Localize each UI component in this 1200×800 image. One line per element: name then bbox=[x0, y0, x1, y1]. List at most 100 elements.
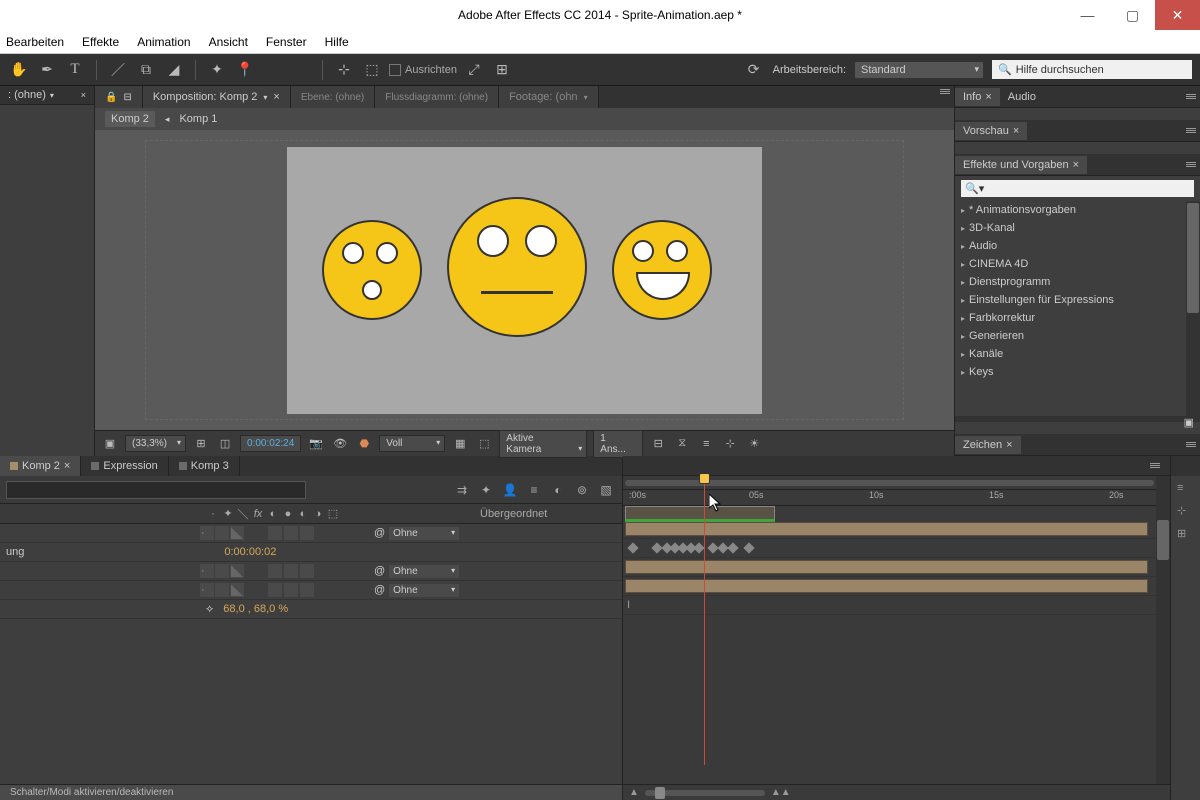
preset-item[interactable]: Dienstprogramm bbox=[955, 273, 1186, 291]
layer-row-2[interactable]: · @Ohne bbox=[0, 562, 622, 581]
snap-edge-icon[interactable]: ⬚ bbox=[361, 59, 383, 81]
timeline-icon[interactable]: ≡ bbox=[697, 435, 715, 453]
timeline-zoom-slider[interactable] bbox=[645, 790, 765, 796]
parent-dropdown[interactable]: Ohne bbox=[389, 565, 459, 578]
layer-search[interactable] bbox=[6, 481, 306, 499]
columns-icon[interactable]: ⊟ bbox=[123, 92, 131, 103]
views-dropdown[interactable]: 1 Ans... bbox=[593, 430, 643, 458]
keyframe-row-1[interactable] bbox=[623, 539, 1156, 558]
3d-icon[interactable]: ⬚ bbox=[475, 435, 493, 453]
composition-viewport[interactable] bbox=[95, 130, 954, 430]
scale-value[interactable]: 68,0 , 68,0 % bbox=[223, 603, 288, 615]
audio-tab[interactable]: Audio bbox=[1000, 88, 1044, 106]
help-search[interactable]: 🔍 Hilfe durchsuchen bbox=[992, 60, 1192, 79]
shy-icon[interactable]: 👤 bbox=[500, 480, 520, 500]
panel-menu-icon[interactable] bbox=[1186, 126, 1200, 136]
snapshot-icon[interactable]: 📷 bbox=[307, 435, 325, 453]
panel-menu-icon[interactable] bbox=[1150, 460, 1164, 470]
channels-icon[interactable]: ⬣ bbox=[355, 435, 373, 453]
zoom-in-icon[interactable]: ▲▲ bbox=[771, 787, 791, 798]
presets-scrollbar[interactable] bbox=[1186, 201, 1200, 416]
camera-dropdown[interactable]: Aktive Kamera bbox=[499, 430, 587, 458]
panel-menu-icon[interactable] bbox=[1186, 160, 1200, 170]
crumb-komp1[interactable]: Komp 1 bbox=[179, 113, 217, 125]
fast-preview-icon[interactable]: ⧖ bbox=[673, 435, 691, 453]
sync-icon[interactable]: ⟳ bbox=[743, 59, 765, 81]
layer-row-1-prop[interactable]: ung 0:00:00:02 bbox=[0, 543, 622, 562]
layer-row-1[interactable]: · @Ohne bbox=[0, 524, 622, 543]
effects-presets-tab[interactable]: Effekte und Vorgaben × bbox=[955, 156, 1087, 174]
timeline-tracks[interactable]: :00s 05s 10s 15s 20s bbox=[623, 456, 1170, 800]
brush-tool-icon[interactable]: ／ bbox=[107, 59, 129, 81]
collapsed-panel[interactable]: ≡ ⊹ ⊞ bbox=[1170, 456, 1200, 800]
timeline-tab-expression[interactable]: Expression bbox=[81, 456, 168, 476]
menu-window[interactable]: Fenster bbox=[266, 35, 307, 49]
close-icon[interactable]: × bbox=[64, 460, 70, 472]
project-tab[interactable]: : (ohne)▾× bbox=[0, 86, 94, 105]
snap-grid-icon[interactable]: ⊞ bbox=[491, 59, 513, 81]
pickwhip-icon[interactable]: @ bbox=[374, 584, 385, 596]
mask-icon[interactable]: ◫ bbox=[216, 435, 234, 453]
close-icon[interactable]: × bbox=[1006, 439, 1012, 451]
timeline-tab-komp2[interactable]: Komp 2 × bbox=[0, 456, 81, 476]
close-tab-icon[interactable]: × bbox=[81, 90, 86, 100]
guides-icon[interactable]: ⊞ bbox=[192, 435, 210, 453]
preview-tab[interactable]: Vorschau × bbox=[955, 122, 1027, 140]
close-icon[interactable]: × bbox=[985, 91, 991, 103]
clone-tool-icon[interactable]: ⧉ bbox=[135, 59, 157, 81]
layer-row-3-prop[interactable]: ⟡ 68,0 , 68,0 % bbox=[0, 600, 622, 619]
parent-dropdown[interactable]: Ohne bbox=[389, 527, 459, 540]
preset-item[interactable]: Kanäle bbox=[955, 345, 1186, 363]
preset-item[interactable]: CINEMA 4D bbox=[955, 255, 1186, 273]
maximize-button[interactable]: ▢ bbox=[1110, 0, 1155, 30]
preset-item[interactable]: Audio bbox=[955, 237, 1186, 255]
preset-item[interactable]: 3D-Kanal bbox=[955, 219, 1186, 237]
pickwhip-icon[interactable]: @ bbox=[374, 527, 385, 539]
resolution-dropdown[interactable]: Voll bbox=[379, 435, 445, 452]
close-icon[interactable]: × bbox=[1013, 125, 1019, 137]
info-tab[interactable]: Info × bbox=[955, 88, 1000, 106]
panel-menu-icon[interactable] bbox=[940, 86, 954, 96]
close-button[interactable]: ✕ bbox=[1155, 0, 1200, 30]
menu-help[interactable]: Hilfe bbox=[325, 35, 349, 49]
frame-blend-icon[interactable]: ≡ bbox=[524, 480, 544, 500]
region-icon[interactable]: ▣ bbox=[101, 435, 119, 453]
link-icon[interactable]: ⟡ bbox=[206, 603, 213, 616]
presets-list[interactable]: * Animationsvorgaben 3D-Kanal Audio CINE… bbox=[955, 201, 1186, 416]
timeline-tab-komp3[interactable]: Komp 3 bbox=[169, 456, 240, 476]
preset-item[interactable]: * Animationsvorgaben bbox=[955, 201, 1186, 219]
zoom-out-icon[interactable]: ▲ bbox=[629, 787, 639, 798]
preset-item[interactable]: Einstellungen für Expressions bbox=[955, 291, 1186, 309]
workspace-dropdown[interactable]: Standard bbox=[854, 61, 984, 79]
menu-animation[interactable]: Animation bbox=[137, 35, 190, 49]
current-time-indicator[interactable] bbox=[704, 474, 705, 765]
motion-blur-icon[interactable]: ◐ bbox=[548, 480, 568, 500]
keyframe-row-3[interactable]: I bbox=[623, 596, 1156, 615]
zoom-dropdown[interactable]: (33,3%) bbox=[125, 435, 186, 452]
transparency-icon[interactable]: ▦ bbox=[451, 435, 469, 453]
show-snapshot-icon[interactable]: 👁 bbox=[331, 435, 349, 453]
roto-tool-icon[interactable]: ✦ bbox=[206, 59, 228, 81]
current-time[interactable]: 0:00:02:24 bbox=[240, 435, 301, 452]
brain-icon[interactable]: ⊚ bbox=[572, 480, 592, 500]
pickwhip-icon[interactable]: @ bbox=[374, 565, 385, 577]
timeline-vscroll[interactable] bbox=[1156, 476, 1170, 784]
hand-tool-icon[interactable]: ✋ bbox=[8, 59, 30, 81]
comp-tab-lock[interactable]: 🔒⊟ bbox=[95, 86, 143, 108]
snap-anchor-icon[interactable]: ⊹ bbox=[333, 59, 355, 81]
eraser-tool-icon[interactable]: ◢ bbox=[163, 59, 185, 81]
comp-tab-composition[interactable]: Komposition: Komp 2 ▾ × bbox=[143, 86, 291, 108]
comp-mini-flowchart-icon[interactable]: ⇉ bbox=[452, 480, 472, 500]
presets-search[interactable]: 🔍▾ bbox=[961, 180, 1194, 197]
time-remap-value[interactable]: 0:00:00:02 bbox=[224, 546, 276, 558]
time-ruler[interactable]: :00s 05s 10s 15s 20s bbox=[623, 490, 1156, 506]
preset-item[interactable]: Keys bbox=[955, 363, 1186, 381]
menu-edit[interactable]: Bearbeiten bbox=[6, 35, 64, 49]
close-icon[interactable]: × bbox=[273, 91, 279, 103]
close-icon[interactable]: × bbox=[1073, 159, 1079, 171]
comp-tab-footage[interactable]: Footage: (ohn ▾ bbox=[499, 86, 599, 108]
comp-tab-layer[interactable]: Ebene: (ohne) bbox=[291, 86, 375, 108]
draft3d-icon[interactable]: ✦ bbox=[476, 480, 496, 500]
pen-tool-icon[interactable]: ✒ bbox=[36, 59, 58, 81]
puppet-tool-icon[interactable]: 📍 bbox=[234, 59, 256, 81]
